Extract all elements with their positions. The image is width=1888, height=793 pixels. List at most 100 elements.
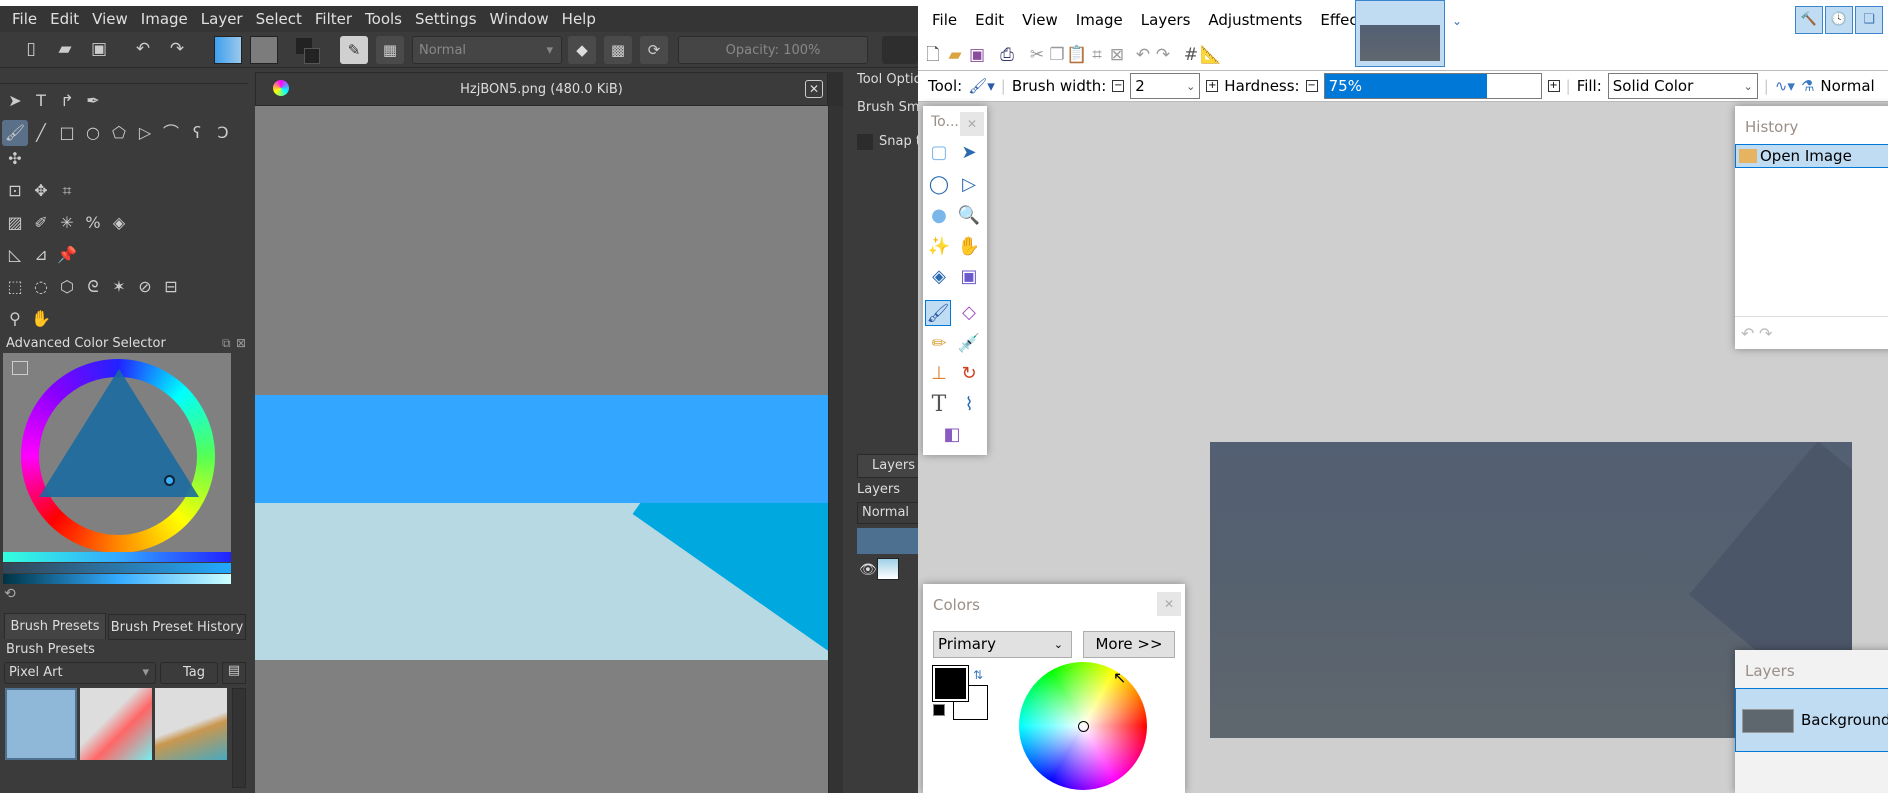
menu-settings[interactable]: Settings	[415, 10, 477, 28]
tab-brush-presets[interactable]: Brush Presets	[4, 613, 106, 639]
redo-icon[interactable]: ↷	[1152, 44, 1174, 66]
close-document-icon[interactable]: ✕	[805, 80, 823, 98]
selector-settings-icon[interactable]	[12, 361, 28, 375]
recolor-icon[interactable]: ↻	[956, 361, 982, 387]
assistant-tool-icon[interactable]: ◺	[2, 242, 28, 268]
zoom-tool-icon[interactable]: ⚲	[2, 306, 28, 332]
blend-mode-icon[interactable]: ⚗	[1801, 77, 1814, 95]
shapes-icon[interactable]: ◧	[939, 422, 965, 448]
history-toggle-icon[interactable]: 🕓	[1825, 6, 1853, 34]
select-shapes-icon[interactable]: ➤	[2, 88, 28, 114]
hardness-slider[interactable]: 75%	[1323, 73, 1542, 99]
paintbrush-icon[interactable]: 🖌	[925, 300, 951, 326]
menu-image[interactable]: Image	[141, 10, 188, 28]
fg-bg-color-icon[interactable]	[296, 38, 322, 64]
clone-stamp-icon[interactable]: ⊥	[926, 361, 952, 387]
smart-patch-icon[interactable]: ✳	[54, 210, 80, 236]
canvas-blue-band[interactable]	[255, 395, 828, 503]
text-tool-icon[interactable]: T	[28, 88, 54, 114]
more-button[interactable]: More >>	[1083, 631, 1175, 658]
image-tab-thumbnail[interactable]	[1355, 0, 1445, 67]
freehand-brush-icon[interactable]: 🖌	[2, 120, 28, 146]
swap-colors-icon[interactable]: ⇅	[973, 668, 983, 682]
history-item-open-image[interactable]: Open Image	[1735, 144, 1888, 168]
move-tool-icon[interactable]: ✥	[28, 178, 54, 204]
measure-tool-icon[interactable]: ⊿	[28, 242, 54, 268]
hue-slider[interactable]	[3, 552, 231, 562]
canvas-light-region[interactable]	[255, 503, 828, 660]
menu-file[interactable]: File	[932, 11, 957, 29]
brush-width-input[interactable]: 2 ⌄	[1130, 73, 1201, 99]
colorize-mask-icon[interactable]: %	[80, 210, 106, 236]
color-wheel-cursor[interactable]	[1078, 721, 1089, 732]
calligraphy-icon[interactable]: ✒	[80, 88, 106, 114]
blend-mode-value[interactable]: Normal	[1820, 77, 1874, 95]
line-curve-icon[interactable]: ⌇	[956, 392, 982, 418]
antialiasing-icon[interactable]: ∿▾	[1775, 77, 1795, 95]
preset-pixel-red[interactable]	[80, 688, 152, 760]
gradient-selector[interactable]	[214, 36, 242, 64]
paint-bucket-icon[interactable]: ◈	[926, 264, 952, 290]
sv-triangle[interactable]	[39, 369, 199, 497]
ellipse-select-icon[interactable]: ●	[926, 203, 952, 229]
preset-scrollbar[interactable]	[232, 688, 246, 788]
eraser-icon[interactable]: ◆	[568, 36, 596, 64]
color-mode-select[interactable]: Primary ⌄	[933, 631, 1072, 658]
hardness-increase[interactable]: +	[1547, 80, 1560, 92]
brush-width-increase[interactable]: +	[1206, 80, 1219, 92]
fill-tool-icon[interactable]: ◈	[106, 210, 132, 236]
pan-tool-icon[interactable]: ✋	[28, 306, 54, 332]
undo-icon[interactable]: ↶	[132, 38, 154, 60]
reload-preset-icon[interactable]: ⟳	[640, 36, 668, 64]
preset-view-icon[interactable]: ▤	[222, 662, 246, 684]
line-tool-icon[interactable]: ╱	[28, 120, 54, 146]
menu-file[interactable]: File	[12, 10, 37, 28]
cut-icon[interactable]: ✂	[1026, 44, 1048, 66]
paste-icon[interactable]: 📋	[1066, 44, 1088, 66]
open-icon[interactable]: ▰	[944, 44, 966, 66]
similar-select-icon[interactable]: ⊘	[132, 274, 158, 300]
preset-pixel-blue[interactable]	[5, 688, 77, 760]
layer-blend-select[interactable]: Normal	[857, 502, 918, 524]
multibrush-icon[interactable]: ✣	[2, 146, 28, 172]
menu-help[interactable]: Help	[562, 10, 596, 28]
crop-selection-icon[interactable]: ⌗	[1086, 44, 1108, 66]
primary-color-swatch[interactable]	[932, 665, 969, 702]
colors-close-icon[interactable]: ✕	[1157, 592, 1181, 616]
magic-wand-icon[interactable]: ✨	[926, 234, 952, 260]
pan-icon[interactable]: ✋	[956, 234, 982, 260]
polyline-tool-icon[interactable]: ▷	[132, 120, 158, 146]
tools-close-icon[interactable]: ✕	[960, 112, 984, 136]
deselect-icon[interactable]: ⊠	[1106, 44, 1128, 66]
value-slider[interactable]	[3, 574, 231, 584]
color-picker-icon[interactable]: 💉	[956, 331, 982, 357]
dynamic-brush-icon[interactable]: Ͻ	[210, 120, 236, 146]
opacity-slider[interactable]: Opacity: 100%	[678, 36, 868, 64]
reset-color-icon[interactable]: ⟲	[4, 586, 16, 602]
color-picker-icon[interactable]: ✐	[28, 210, 54, 236]
canvas-grey-region[interactable]	[255, 106, 828, 395]
color-wheel[interactable]	[1019, 662, 1147, 790]
brush-width-decrease[interactable]: −	[1112, 80, 1125, 92]
edit-shapes-icon[interactable]: ↱	[54, 88, 80, 114]
float-dock-icon[interactable]: ⧉	[222, 336, 231, 351]
paintbrush-tool-select[interactable]: 🖌▾	[968, 77, 995, 95]
lasso-icon[interactable]: ◯	[926, 172, 952, 198]
gradient-tool-icon[interactable]: ▨	[2, 210, 28, 236]
layer-row-background[interactable]: Background	[1735, 688, 1888, 752]
fill-select[interactable]: Solid Color ⌄	[1607, 73, 1758, 99]
pattern-selector[interactable]	[250, 36, 278, 64]
history-redo-icon[interactable]: ↷	[1759, 324, 1772, 343]
menu-filter[interactable]: Filter	[315, 10, 352, 28]
eraser-icon[interactable]: ◇	[956, 300, 982, 326]
tab-layers[interactable]: Layers	[857, 454, 918, 478]
blend-mode-select[interactable]: Normal ▾	[412, 36, 562, 64]
copy-icon[interactable]: ❐	[1046, 44, 1068, 66]
text-icon[interactable]: T	[926, 392, 952, 418]
move-selected-icon[interactable]: ➤	[956, 140, 982, 166]
menu-image[interactable]: Image	[1076, 11, 1123, 29]
layers-toggle-icon[interactable]: ❏	[1855, 6, 1883, 34]
print-icon[interactable]: ⎙	[996, 44, 1018, 66]
freehand-select-icon[interactable]: ᘓ	[80, 274, 106, 300]
polygon-tool-icon[interactable]: ⬠	[106, 120, 132, 146]
